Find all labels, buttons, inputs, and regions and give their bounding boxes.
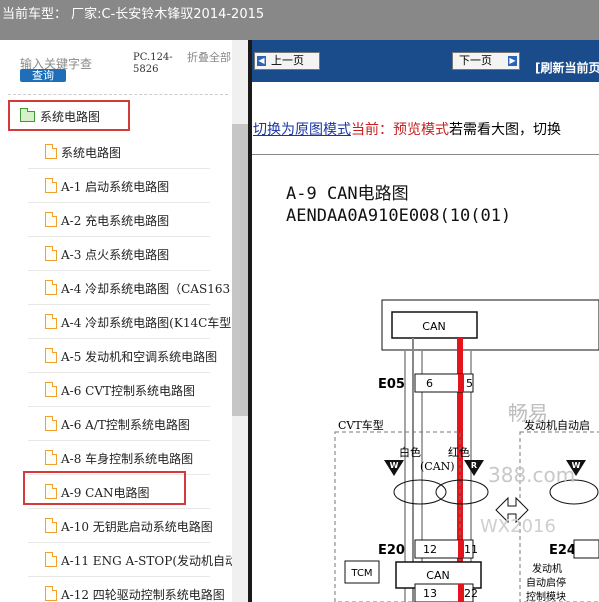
svg-text:12: 12 (423, 543, 437, 556)
diagram-title: A-9 CAN电路图 (286, 184, 409, 204)
tree-item[interactable]: A-10 无钥匙启动系统电路图 (0, 509, 232, 543)
tree-item-label: A-3 点火系统电路图 (61, 248, 170, 262)
tree-item[interactable]: A-1 启动系统电路图 (0, 169, 232, 203)
document-icon (45, 382, 57, 397)
tree-item-label: A-10 无钥匙启动系统电路图 (61, 520, 213, 534)
tree-item-label: A-6 CVT控制系统电路图 (61, 384, 196, 398)
tree-item[interactable]: A-2 充电系统电路图 (0, 203, 232, 237)
document-icon (45, 212, 57, 227)
tree-item[interactable]: A-8 车身控制系统电路图 (0, 441, 232, 475)
tree-item[interactable]: A-3 点火系统电路图 (0, 237, 232, 271)
left-scrollbar[interactable] (232, 40, 248, 602)
tree-item[interactable]: A-11 ENG A-STOP(发动机自动 (0, 543, 232, 577)
tree-item[interactable]: A-12 四轮驱动控制系统电路图 (0, 577, 232, 602)
prev-page-button[interactable]: ◀ 上一页 (254, 52, 320, 70)
pc-code-label: PC.124-5826 (133, 52, 173, 75)
svg-text:(CAN): (CAN) (420, 460, 455, 473)
e20-label: E20 (378, 543, 405, 558)
switch-original-mode-link[interactable]: 切换为原图模式 (253, 122, 351, 138)
nav-bar: ◀ 上一页 下一页 ▶ [刷新当前页 (252, 40, 599, 82)
tree-item-label: A-1 启动系统电路图 (61, 180, 170, 194)
diagram-code: AENDAA0A910E008(10(01) (286, 206, 512, 226)
collapse-all-link[interactable]: 折叠全部 (187, 52, 231, 64)
folder-open-icon (20, 108, 35, 122)
svg-text:白色: 白色 (399, 445, 421, 459)
e24-label: E24 (549, 543, 576, 558)
document-icon (45, 552, 57, 567)
tcm-label: TCM (350, 568, 372, 579)
can-top-label: CAN (422, 320, 445, 333)
document-icon (45, 246, 57, 261)
watermark: 畅易 (508, 401, 548, 425)
tree-item-label: A-4 冷却系统电路图(K14C车型 (61, 316, 232, 330)
selection-highlight (23, 471, 186, 505)
tree-item-label: A-4 冷却系统电路图（CAS163 (61, 282, 231, 296)
svg-text:R: R (471, 461, 477, 470)
svg-text:11: 11 (464, 543, 478, 556)
document-icon (45, 450, 57, 465)
divider (8, 94, 228, 95)
document-icon (45, 144, 57, 159)
svg-text:发动机: 发动机 (532, 562, 562, 575)
svg-text:CAN: CAN (426, 569, 449, 582)
svg-text:自动启停: 自动启停 (526, 576, 566, 589)
document-icon (45, 416, 57, 431)
mode-hint: 若需看大图，切换 (449, 122, 561, 138)
search-button[interactable]: 查询 (20, 69, 66, 82)
tree-root-system-circuits[interactable]: 系统电路图 (8, 100, 130, 131)
document-icon (45, 178, 57, 193)
tree-item-label: A-12 四轮驱动控制系统电路图 (61, 588, 225, 602)
refresh-page-link[interactable]: [刷新当前页 (535, 59, 599, 76)
separator (252, 154, 599, 155)
svg-text:控制模块: 控制模块 (526, 590, 566, 602)
content-panel: ◀ 上一页 下一页 ▶ [刷新当前页 切换为原图模式当前：预览模式若需看大图，切… (252, 40, 599, 602)
watermark: WX2016 (480, 516, 556, 537)
tree-item-label: A-2 充电系统电路图 (61, 214, 170, 228)
tree-item[interactable]: A-5 发动机和空调系统电路图 (0, 339, 232, 373)
document-icon (45, 518, 57, 533)
svg-text:13: 13 (423, 587, 437, 600)
tree-item[interactable]: 系统电路图 (0, 135, 232, 169)
can-circuit-diagram: CAN E05 6 5 CVT车型 发动机自动启 白色 红色 (CAN) W R… (334, 299, 599, 602)
document-icon (45, 586, 57, 601)
scroll-thumb[interactable] (232, 124, 248, 416)
tree-item-label: 系统电路图 (61, 146, 122, 160)
document-icon (45, 314, 57, 329)
mode-line: 切换为原图模式当前：预览模式若需看大图，切换 (253, 119, 561, 139)
title-bar: 当前车型： 厂家:C-长安铃木锋驭2014-2015 (0, 0, 599, 40)
svg-text:5: 5 (466, 377, 473, 390)
tree-item-label: A-6 A/T控制系统电路图 (61, 418, 190, 432)
arrow-left-icon: ◀ (257, 56, 266, 66)
left-panel: 输入关键字查 查询 PC.124-5826 折叠全部 系统电路图 系统电路图 A… (0, 40, 250, 602)
current-mode-label: 当前：预览模式 (351, 122, 449, 138)
e05-label: E05 (378, 377, 405, 392)
watermark: 388.com (488, 463, 575, 487)
tree-item[interactable]: A-6 CVT控制系统电路图 (0, 373, 232, 407)
document-icon (45, 280, 57, 295)
arrow-right-icon: ▶ (508, 56, 517, 66)
tree-item-label: A-11 ENG A-STOP(发动机自动 (61, 554, 232, 568)
tree-item[interactable]: A-6 A/T控制系统电路图 (0, 407, 232, 441)
tree-item-label: A-8 车身控制系统电路图 (61, 452, 194, 466)
document-icon (45, 348, 57, 363)
next-page-button[interactable]: 下一页 ▶ (452, 52, 520, 70)
svg-text:22: 22 (464, 587, 478, 600)
svg-text:W: W (390, 461, 399, 470)
vehicle-title: 当前车型： 厂家:C-长安铃木锋驭2014-2015 (2, 7, 265, 22)
tree-item[interactable]: A-4 冷却系统电路图（CAS163 (0, 271, 232, 305)
tree-item[interactable]: A-4 冷却系统电路图(K14C车型 (0, 305, 232, 339)
svg-text:6: 6 (426, 377, 433, 390)
cvt-model-label: CVT车型 (338, 418, 384, 432)
tree-root-label: 系统电路图 (40, 110, 101, 124)
svg-text:红色: 红色 (448, 445, 470, 459)
tree-item-label: A-5 发动机和空调系统电路图 (61, 350, 218, 364)
